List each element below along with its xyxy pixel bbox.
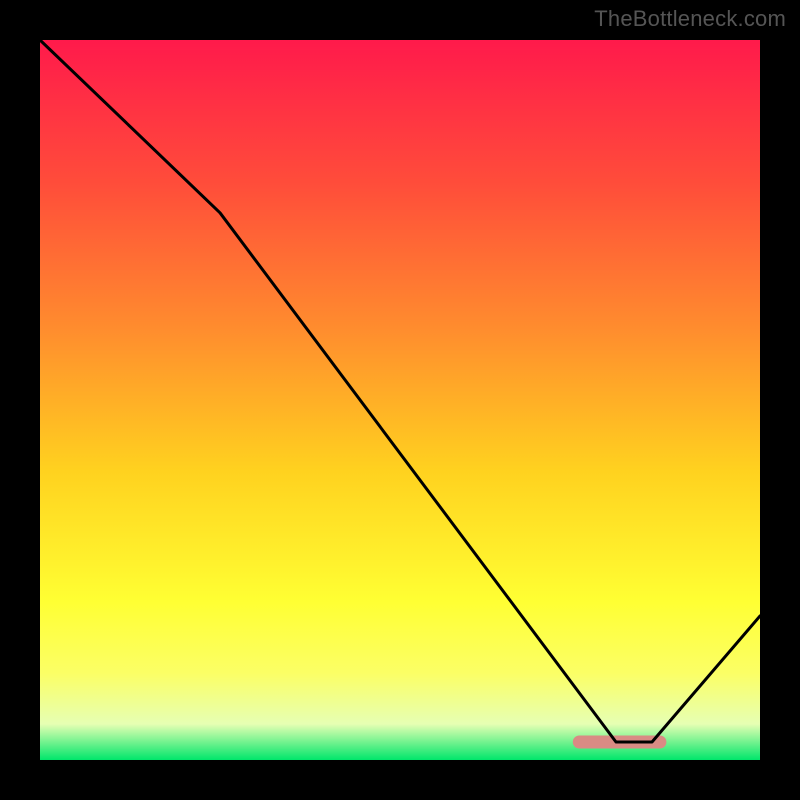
chart-svg xyxy=(40,40,760,760)
watermark-text: TheBottleneck.com xyxy=(594,6,786,32)
chart-background-gradient xyxy=(40,40,760,760)
chart-plot-area xyxy=(40,40,760,760)
chart-container: TheBottleneck.com xyxy=(0,0,800,800)
